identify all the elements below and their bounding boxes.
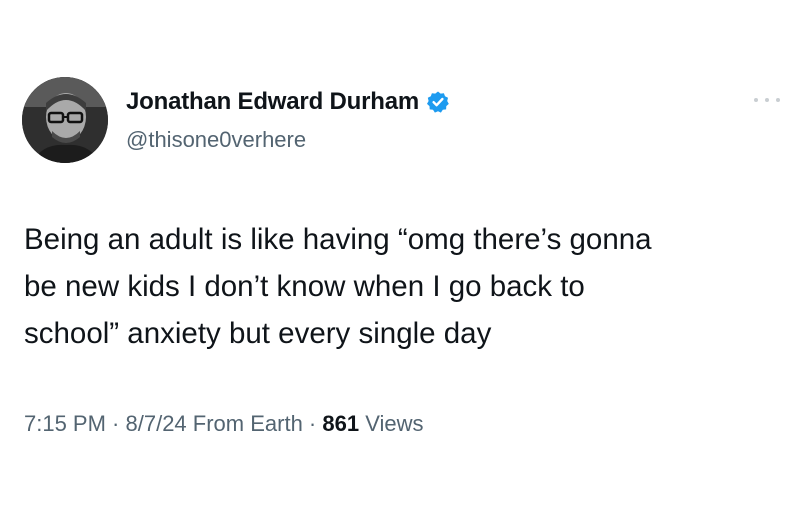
tweet-source: From Earth — [186, 411, 303, 436]
dot — [765, 98, 769, 102]
author-name-row: Jonathan Edward Durham — [126, 88, 450, 116]
tweet-meta: 7:15 PM · 8/7/24 From Earth · 861 Views — [24, 411, 424, 437]
display-name[interactable]: Jonathan Edward Durham — [126, 88, 419, 116]
dot — [754, 98, 758, 102]
meta-separator: · — [105, 411, 126, 436]
tweet-date[interactable]: 8/7/24 — [126, 411, 187, 436]
verified-badge-icon[interactable] — [426, 90, 450, 114]
views-count[interactable]: 861 — [322, 411, 359, 436]
avatar[interactable] — [22, 77, 108, 163]
tweet-card: Jonathan Edward Durham @thisone0verhere … — [0, 0, 800, 513]
meta-separator: · — [302, 411, 323, 436]
author-handle[interactable]: @thisone0verhere — [126, 127, 306, 153]
dot — [776, 98, 780, 102]
more-dots-icon[interactable] — [754, 92, 780, 108]
tweet-text: Being an adult is like having “omg there… — [24, 223, 652, 350]
views-label: Views — [359, 411, 424, 436]
tweet-time[interactable]: 7:15 PM — [24, 411, 106, 436]
avatar-photo — [22, 77, 108, 163]
